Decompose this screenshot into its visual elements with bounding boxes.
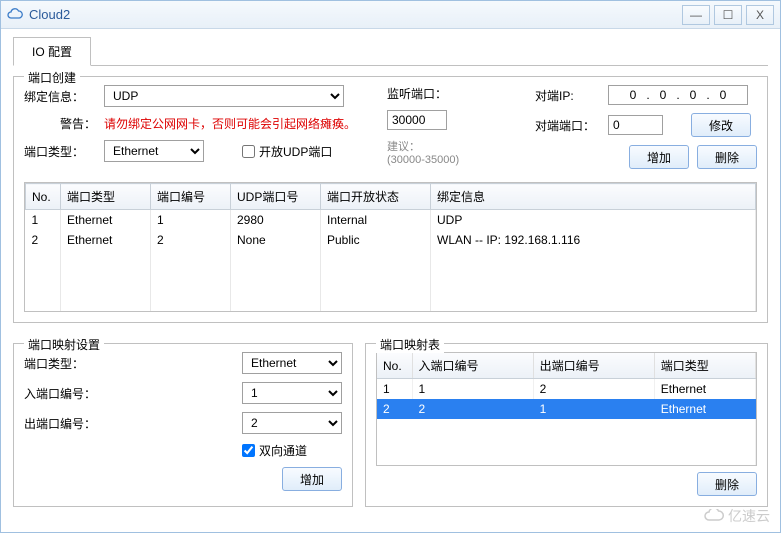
in-port-select[interactable]: 1 — [242, 382, 342, 404]
delete-map-button[interactable]: 删除 — [697, 472, 757, 496]
col-num: 端口编号 — [151, 184, 231, 210]
col-no: No. — [26, 184, 61, 210]
bind-info-select[interactable]: UDP — [104, 85, 344, 107]
peer-port-input[interactable] — [608, 115, 663, 135]
port-map-table-title: 端口映射表 — [376, 336, 444, 353]
port-map-config-title: 端口映射设置 — [24, 336, 104, 353]
peer-ip-label: 对端IP: — [535, 87, 600, 104]
map-table[interactable]: No. 入端口编号 出端口编号 端口类型 1 1 2 Ethernet — [377, 353, 756, 465]
table-row[interactable]: 2 2 1 Ethernet — [377, 399, 756, 419]
maximize-button[interactable]: ☐ — [714, 5, 742, 25]
peer-ip-input[interactable] — [608, 85, 748, 105]
out-port-select[interactable]: 2 — [242, 412, 342, 434]
port-map-config-panel: 端口映射设置 端口类型： Ethernet 入端口编号： 1 出端口编号： 2 — [13, 343, 353, 507]
mcol-no: No. — [377, 353, 412, 379]
listen-port-label: 监听端口： — [387, 85, 447, 102]
listen-port-input[interactable] — [387, 110, 447, 130]
bind-info-label: 绑定信息： — [24, 88, 96, 105]
open-udp-checkbox[interactable] — [242, 145, 255, 158]
suggest-label: 建议： — [387, 138, 420, 154]
port-type-label: 端口类型： — [24, 143, 96, 160]
close-button[interactable]: X — [746, 5, 774, 25]
add-map-button[interactable]: 增加 — [282, 467, 342, 491]
bidir-label: 双向通道 — [259, 442, 307, 459]
map-type-label: 端口类型： — [24, 355, 114, 372]
map-type-select[interactable]: Ethernet — [242, 352, 342, 374]
port-create-title: 端口创建 — [24, 69, 80, 86]
mcol-out: 出端口编号 — [533, 353, 654, 379]
suggest-range: (30000-35000) — [387, 154, 459, 166]
table-row[interactable]: 1 Ethernet 1 2980 Internal UDP — [26, 210, 756, 231]
titlebar: Cloud2 — ☐ X — [1, 1, 780, 29]
modify-button[interactable]: 修改 — [691, 113, 751, 137]
minimize-button[interactable]: — — [682, 5, 710, 25]
port-type-select[interactable]: Ethernet — [104, 140, 204, 162]
open-udp-label: 开放UDP端口 — [259, 143, 332, 160]
col-state: 端口开放状态 — [321, 184, 431, 210]
tab-io-config[interactable]: IO 配置 — [13, 37, 91, 66]
port-table[interactable]: No. 端口类型 端口编号 UDP端口号 端口开放状态 绑定信息 1 Ether… — [24, 182, 757, 312]
warning-text: 请勿绑定公网网卡，否则可能会引起网络瘫痪。 — [104, 115, 356, 132]
port-map-table-panel: 端口映射表 No. 入端口编号 出端口编号 端口类型 1 1 — [365, 343, 768, 507]
watermark: 亿速云 — [704, 506, 770, 526]
table-row[interactable]: 1 1 2 Ethernet — [377, 379, 756, 400]
warning-label: 警告： — [24, 115, 96, 132]
tab-strip: IO 配置 — [13, 37, 768, 66]
in-port-label: 入端口编号： — [24, 385, 114, 402]
col-type: 端口类型 — [61, 184, 151, 210]
mcol-in: 入端口编号 — [412, 353, 533, 379]
table-row[interactable]: 2 Ethernet 2 None Public WLAN -- IP: 192… — [26, 230, 756, 250]
col-bind: 绑定信息 — [431, 184, 756, 210]
col-udp: UDP端口号 — [231, 184, 321, 210]
port-create-panel: 端口创建 绑定信息： UDP 警告： 请勿绑定公网网卡，否则可能会引起网络瘫痪。… — [13, 76, 768, 323]
add-port-button[interactable]: 增加 — [629, 145, 689, 169]
cloud-icon — [7, 7, 23, 23]
mcol-type: 端口类型 — [654, 353, 755, 379]
bidir-checkbox[interactable] — [242, 444, 255, 457]
peer-port-label: 对端端口： — [535, 117, 600, 134]
window-title: Cloud2 — [29, 7, 678, 22]
out-port-label: 出端口编号： — [24, 415, 114, 432]
delete-port-button[interactable]: 删除 — [697, 145, 757, 169]
